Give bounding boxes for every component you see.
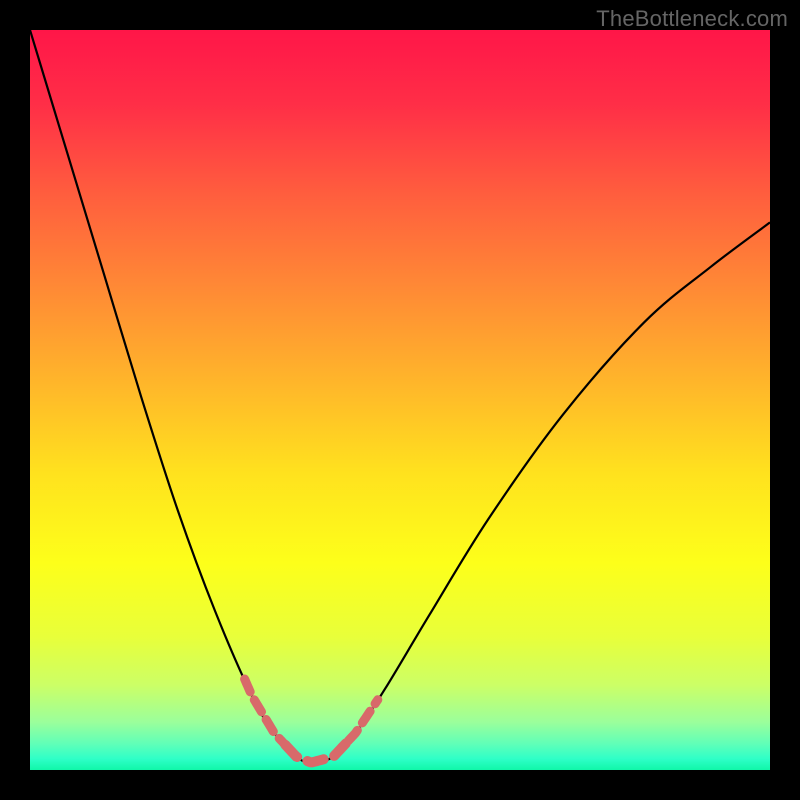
bottleneck-curve <box>30 30 770 763</box>
plot-area <box>30 30 770 770</box>
highlight-segment <box>348 700 378 741</box>
curve-layer <box>30 30 770 770</box>
highlight-segment <box>285 741 348 762</box>
highlight-dashes <box>245 679 378 762</box>
highlight-segment <box>245 679 286 745</box>
attribution-text: TheBottleneck.com <box>596 6 788 32</box>
chart-frame: TheBottleneck.com <box>0 0 800 800</box>
